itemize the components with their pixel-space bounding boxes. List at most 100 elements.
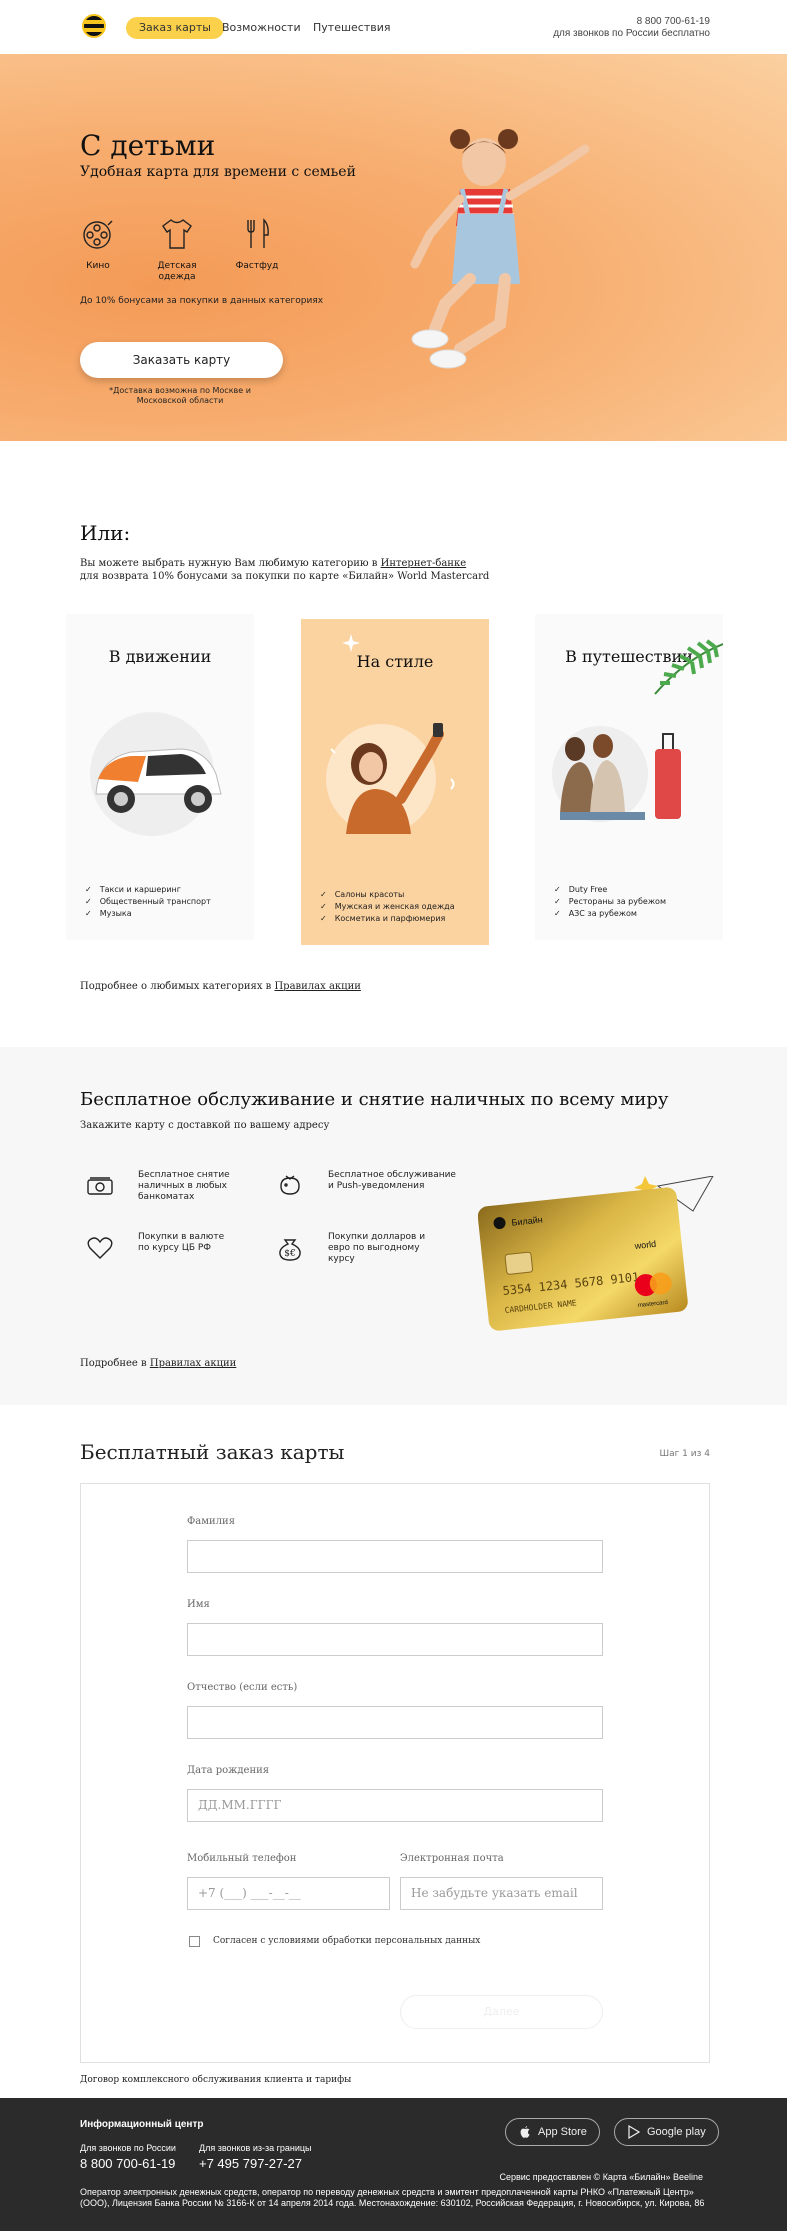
service-subtitle: Закажите карту с доставкой по вашему адр…	[80, 1120, 330, 1131]
header: Заказ карты Возможности Путешествия 8 80…	[0, 0, 787, 54]
google-play-button[interactable]: Google play	[614, 2118, 719, 2146]
footer-legal: Оператор электронных денежных средств, о…	[80, 2187, 705, 2208]
phone-label: Мобильный телефон	[187, 1853, 297, 1864]
first-name-label: Имя	[187, 1599, 210, 1610]
car-image	[90, 712, 222, 836]
service-title: Бесплатное обслуживание и снятие наличны…	[80, 1089, 669, 1110]
consent-checkbox[interactable]	[189, 1936, 200, 1947]
service-item-cash: Бесплатное снятие наличных в любых банко…	[86, 1170, 266, 1210]
middle-name-input[interactable]	[187, 1706, 603, 1739]
list-item: Рестораны за рубежом	[554, 896, 666, 908]
hero-feature-fastfood: Фастфуд	[222, 217, 292, 272]
page: Заказ карты Возможности Путешествия 8 80…	[0, 0, 787, 2231]
category-list: Салоны красоты Мужская и женская одежда …	[320, 889, 455, 925]
list-item: Косметика и парфюмерия	[320, 913, 455, 925]
hero-feature-label: Детская одежда	[157, 261, 197, 282]
jumping-girl-image	[410, 129, 590, 369]
last-name-input[interactable]	[187, 1540, 603, 1573]
footer-provider: Сервис предоставлен © Карта «Билайн» Bee…	[499, 2172, 703, 2182]
next-button[interactable]: Далее	[400, 1995, 603, 2029]
list-item: Такси и каршеринг	[85, 884, 211, 896]
email-label: Электронная почта	[400, 1853, 504, 1864]
hero-feature-cinema: Кино	[63, 217, 133, 272]
google-play-icon	[628, 2125, 641, 2139]
list-item: Музыка	[85, 908, 211, 920]
service-item-currency: Покупки в валюте по курсу ЦБ РФ	[86, 1232, 266, 1272]
google-play-label: Google play	[647, 2126, 706, 2138]
service-item-text: Бесплатное снятие наличных в любых банко…	[138, 1170, 230, 1202]
list-item: Мужская и женская одежда	[320, 901, 455, 913]
service-item-text: Покупки долларов и евро по выгодному кур…	[328, 1232, 426, 1264]
palm-leaf-image	[654, 639, 723, 695]
service-item-text: Бесплатное обслуживание и Push-уведомлен…	[328, 1170, 456, 1191]
or-text: Вы можете выбрать нужную Вам любимую кат…	[80, 557, 489, 583]
heart-icon	[87, 1237, 113, 1259]
film-reel-icon	[83, 220, 113, 249]
apple-icon	[520, 2126, 530, 2138]
app-store-button[interactable]: App Store	[505, 2118, 600, 2146]
hero-feature-kids-clothes: Детская одежда	[142, 217, 212, 283]
category-list: Duty Free Рестораны за рубежом АЗС за ру…	[554, 884, 666, 920]
woman-selfie-image	[326, 723, 455, 834]
category-card-moving[interactable]: В движении Такси и каршеринг Общественны…	[66, 614, 254, 940]
last-name-label: Фамилия	[187, 1516, 236, 1527]
beeline-logo[interactable]	[82, 14, 106, 38]
hero-subtitle: Удобная карта для времени с семьей	[80, 164, 356, 180]
rules-link[interactable]: Правилах акции	[274, 981, 360, 992]
list-item: АЗС за рубежом	[554, 908, 666, 920]
or-text-line2: для возврата 10% бонусами за покупки по …	[80, 571, 490, 582]
category-title: В движении	[108, 647, 212, 666]
categories-more-text: Подробнее о любимых категориях в	[80, 981, 275, 992]
service-more-text: Подробнее в	[80, 1358, 150, 1369]
order-card-button[interactable]: Заказать карту	[80, 342, 283, 378]
couple-suitcase-image	[552, 726, 681, 822]
piggy-bank-icon	[280, 1175, 300, 1195]
consent-label: Согласен с условиями обработки персональ…	[213, 1936, 481, 1946]
header-phone: 8 800 700-61-19 для звонков по России бе…	[553, 16, 710, 40]
footer-ru-label: Для звонков по России	[80, 2143, 176, 2153]
list-item: Салоны красоты	[320, 889, 455, 901]
footer-title: Информационный центр	[80, 2119, 204, 2130]
hero: С детьми Удобная карта для времени с сем…	[0, 54, 787, 441]
footer-abroad-phone[interactable]: +7 495 797-27-27	[199, 2156, 302, 2171]
contract-link[interactable]: Договор комплексного обслуживания клиент…	[80, 2075, 351, 2085]
bank-card-image: Билайн world 5354 1234 5678 9101 CARDHOL…	[478, 1176, 714, 1331]
footer-ru-phone[interactable]: 8 800 700-61-19	[80, 2156, 175, 2171]
svg-text:$€: $€	[284, 1249, 295, 1259]
tshirt-icon	[162, 219, 192, 249]
list-item: Duty Free	[554, 884, 666, 896]
fork-knife-icon	[247, 218, 269, 248]
first-name-input[interactable]	[187, 1623, 603, 1656]
hero-title: С детьми	[80, 129, 216, 162]
service-item-dollars: $€ Покупки долларов и евро по выгодному …	[276, 1232, 456, 1272]
phone-input[interactable]: +7 (___) ___-__-__	[187, 1877, 390, 1910]
footer-abroad-label: Для звонков из-за границы	[199, 2143, 312, 2153]
category-card-style[interactable]: На стиле Салоны красоты Мужская и женска…	[301, 619, 489, 945]
header-phone-number[interactable]: 8 800 700-61-19	[553, 16, 710, 28]
service-item-free-service: Бесплатное обслуживание и Push-уведомлен…	[276, 1170, 456, 1210]
birth-date-label: Дата рождения	[187, 1765, 270, 1776]
or-title: Или:	[80, 521, 131, 545]
category-title: На стиле	[356, 652, 434, 671]
hero-bonus-text: До 10% бонусами за покупки в данных кате…	[80, 296, 324, 306]
internet-bank-link[interactable]: Интернет-банке	[381, 558, 467, 569]
hero-feature-label: Фастфуд	[235, 261, 279, 271]
star-icon	[342, 634, 360, 652]
form-step: Шаг 1 из 4	[659, 1449, 710, 1459]
list-item: Общественный транспорт	[85, 896, 211, 908]
birth-date-input[interactable]: ДД.ММ.ГГГГ	[187, 1789, 603, 1822]
service-more: Подробнее в Правилах акции	[80, 1358, 236, 1369]
delivery-note: *Доставка возможна по Москве и Московско…	[109, 386, 251, 405]
header-phone-note: для звонков по России бесплатно	[553, 28, 710, 39]
category-card-travel[interactable]: В путешествии Duty Free Рестораны за руб…	[535, 614, 723, 940]
category-list: Такси и каршеринг Общественный транспорт…	[85, 884, 211, 920]
or-text-line1: Вы можете выбрать нужную Вам любимую кат…	[80, 558, 381, 569]
email-input[interactable]: Не забудьте указать email	[400, 1877, 603, 1910]
nav-travel[interactable]: Путешествия	[300, 17, 404, 39]
free-service-section: Бесплатное обслуживание и снятие наличны…	[0, 1047, 787, 1405]
service-rules-link[interactable]: Правилах акции	[150, 1358, 236, 1369]
service-item-text: Покупки в валюте по курсу ЦБ РФ	[138, 1232, 225, 1253]
app-store-label: App Store	[538, 2126, 587, 2138]
form-title: Бесплатный заказ карты	[80, 1440, 345, 1464]
nav-features[interactable]: Возможности	[209, 17, 314, 39]
